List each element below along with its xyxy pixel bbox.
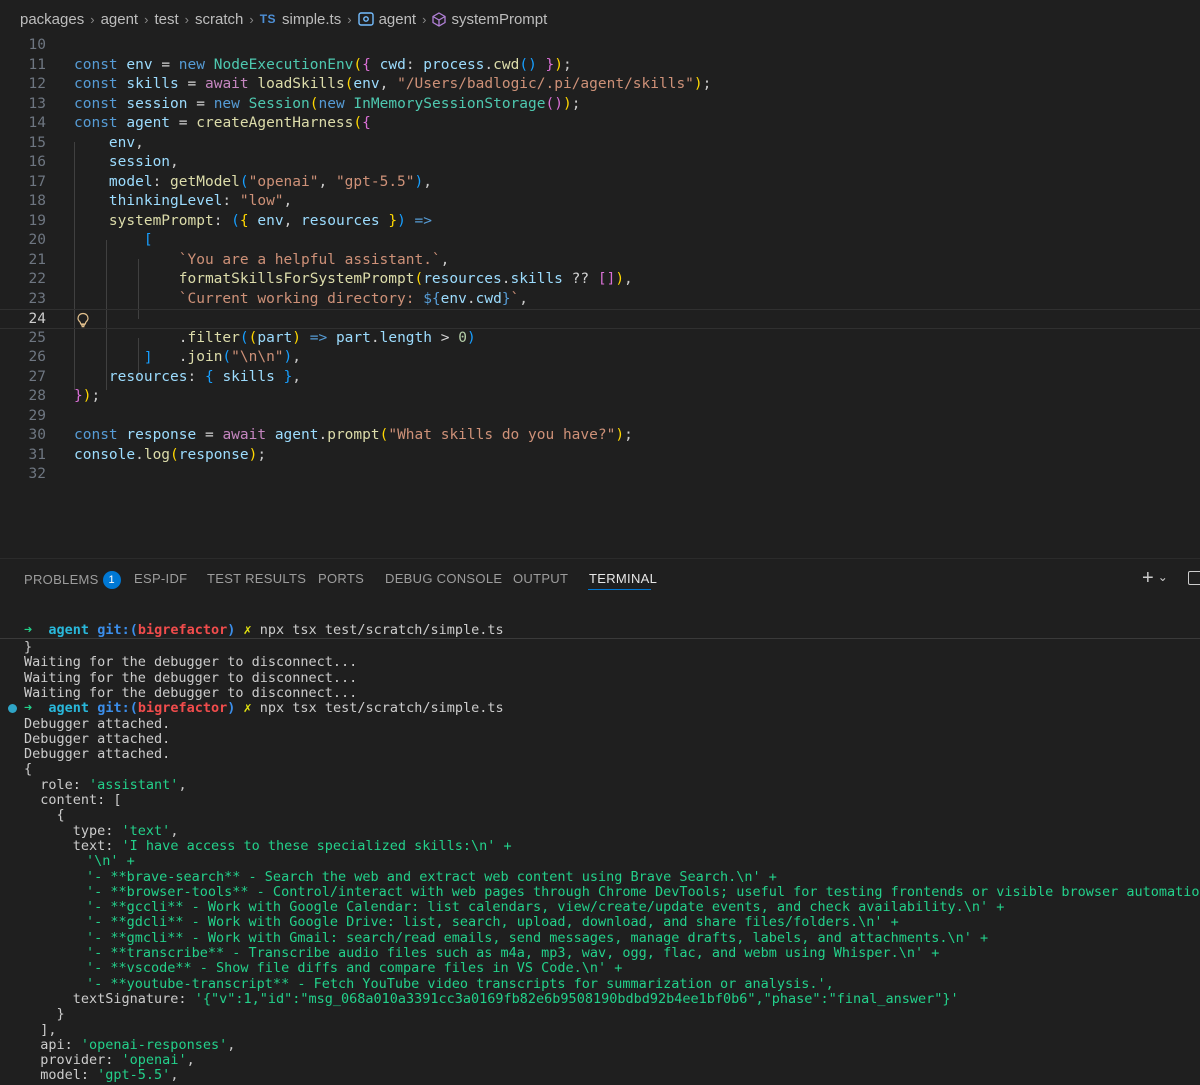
terminal-line: Waiting for the debugger to disconnect..… [24, 684, 358, 701]
tab-output[interactable]: OUTPUT [513, 571, 568, 586]
terminal-line: textSignature: '{"v":1,"id":"msg_068a010… [24, 990, 959, 1007]
terminal-line: content: [ [24, 792, 122, 808]
chevron-right-icon: › [347, 11, 352, 27]
breadcrumb-item-agent[interactable]: agent [101, 11, 139, 28]
chevron-right-icon: › [90, 11, 95, 27]
terminal-output[interactable]: ➜ agent git:(bigrefactor) ✗ npx tsx test… [0, 620, 1200, 1085]
terminal-line: ], [24, 1021, 57, 1038]
code-line: 28}); [28, 388, 101, 404]
code-line: 25 .filter((part) => part.length > 0) [28, 329, 476, 346]
code-line: 12 const skills = await loadSkills(env, "… [28, 76, 712, 92]
code-line: 30 const response = await agent.prompt("W… [28, 427, 633, 443]
breadcrumb-item-test[interactable]: test [154, 11, 178, 28]
code-line: 26 .join("\n\n"), [28, 349, 302, 365]
chevron-right-icon: › [422, 11, 427, 27]
breadcrumb-file[interactable]: simple.ts [282, 11, 341, 28]
maximize-panel-icon[interactable] [1188, 571, 1200, 585]
terminal-line: { [24, 761, 33, 778]
panel-tab-bar: PROBLEMS 1 ESP-IDF TEST RESULTS PORTS DEB… [0, 558, 1200, 597]
breadcrumb-item-packages[interactable]: packages [20, 11, 84, 28]
active-tab-indicator [588, 589, 651, 590]
code-line: 15 env, [28, 134, 144, 151]
terminal-line: type: 'text', [24, 822, 179, 839]
chevron-right-icon: › [144, 11, 149, 27]
tab-ports[interactable]: PORTS [318, 571, 364, 586]
terminal-line: '- **browser-tools** - Control/interact … [86, 883, 1200, 900]
breadcrumb-symbol-systemprompt[interactable]: systemPrompt [451, 11, 547, 28]
terminal-line: } [24, 1006, 65, 1023]
terminal-line: Waiting for the debugger to disconnect..… [24, 669, 358, 686]
terminal-line: api: 'openai-responses', [24, 1036, 236, 1053]
code-line: 18 thinkingLevel: "low", [28, 193, 293, 209]
code-line: 16 session, [28, 154, 179, 170]
breadcrumb-symbol-agent[interactable]: agent [379, 11, 417, 28]
tab-terminal[interactable]: TERMINAL [589, 571, 657, 586]
chevron-right-icon: › [249, 11, 254, 27]
terminal-line: Debugger attached. [24, 715, 171, 732]
terminal-line: Debugger attached. [24, 730, 171, 747]
code-line-current: 24 ] [0, 309, 1200, 366]
code-line: 21 `You are a helpful assistant.`, [28, 251, 450, 268]
terminal-prompt-line: ➜ agent git:(bigrefactor) ✗ npx tsx test… [24, 622, 504, 638]
terminal-line: } [24, 639, 33, 655]
lightbulb-icon[interactable] [76, 312, 90, 328]
terminal-line: '\n' + [86, 853, 135, 870]
tab-esp-idf[interactable]: ESP-IDF [134, 571, 187, 586]
tab-test-results[interactable]: TEST RESULTS [207, 571, 306, 586]
terminal-line: provider: 'openai', [24, 1052, 195, 1069]
code-line: 31 console.log(response); [28, 446, 267, 463]
terminal-line: { [24, 807, 65, 824]
code-line: 11 const env = new NodeExecutionEnv({ cwd… [28, 56, 572, 73]
terminal-line: text: 'I have access to these specialize… [24, 837, 512, 854]
code-line: 22 formatSkillsForSystemPrompt(resources… [28, 271, 633, 287]
terminal-line: Debugger attached. [24, 746, 171, 763]
problems-count-badge: 1 [102, 571, 121, 589]
breadcrumb: packages › agent › test › scratch › TS s… [0, 0, 1200, 38]
code-line: 14 const agent = createAgentHarness({ [28, 115, 371, 131]
terminal-command-separator [0, 638, 1200, 639]
chevron-down-icon[interactable]: ⌄ [1158, 570, 1168, 584]
code-line: 29 [28, 407, 46, 424]
terminal-line: '- **vscode** - Show file diffs and comp… [86, 960, 623, 977]
terminal-line: '- **gmcli** - Work with Gmail: search/r… [86, 929, 989, 946]
code-line: 32 [28, 466, 46, 482]
property-symbol-icon [432, 11, 447, 27]
panel-actions: + ⌄ [1142, 567, 1200, 590]
code-line: 17 model: getModel("openai", "gpt-5.5"), [28, 173, 432, 190]
terminal-line: '- **gdcli** - Work with Google Drive: l… [86, 914, 899, 931]
variable-symbol-icon [357, 12, 374, 26]
code-line: 20 [ [28, 232, 153, 248]
code-line: 13 const session = new Session(new InMemo… [28, 95, 581, 112]
terminal-line: '- **gccli** - Work with Google Calendar… [86, 899, 1005, 916]
tab-problems[interactable]: PROBLEMS 1 [24, 571, 121, 589]
code-line: 19 systemPrompt: ({ env, resources }) => [28, 212, 433, 229]
terminal-line: model: 'gpt-5.5', [24, 1067, 179, 1084]
breadcrumb-item-scratch[interactable]: scratch [195, 11, 243, 28]
terminal-line: '- **brave-search** - Search the web and… [86, 868, 777, 885]
chevron-right-icon: › [184, 11, 189, 27]
code-editor[interactable]: 10 11 const env = new NodeExecutionEnv({ … [0, 36, 1200, 546]
add-terminal-icon[interactable]: + [1142, 567, 1154, 589]
code-line: 23 `Current working directory: ${env.cwd… [28, 290, 529, 307]
terminal-line: Waiting for the debugger to disconnect..… [24, 654, 358, 671]
code-line: 10 [28, 37, 46, 53]
terminal-prompt-line: ➜ agent git:(bigrefactor) ✗ npx tsx test… [24, 700, 504, 717]
terminal-line: role: 'assistant', [24, 776, 187, 793]
code-line: 27 resources: { skills }, [28, 368, 302, 385]
typescript-file-icon: TS [259, 12, 277, 26]
command-decoration-icon[interactable] [8, 704, 17, 713]
tab-debug-console[interactable]: DEBUG CONSOLE [385, 571, 502, 586]
terminal-line: '- **transcribe** - Transcribe audio fil… [86, 945, 940, 961]
terminal-line: '- **youtube-transcript** - Fetch YouTub… [86, 975, 834, 992]
